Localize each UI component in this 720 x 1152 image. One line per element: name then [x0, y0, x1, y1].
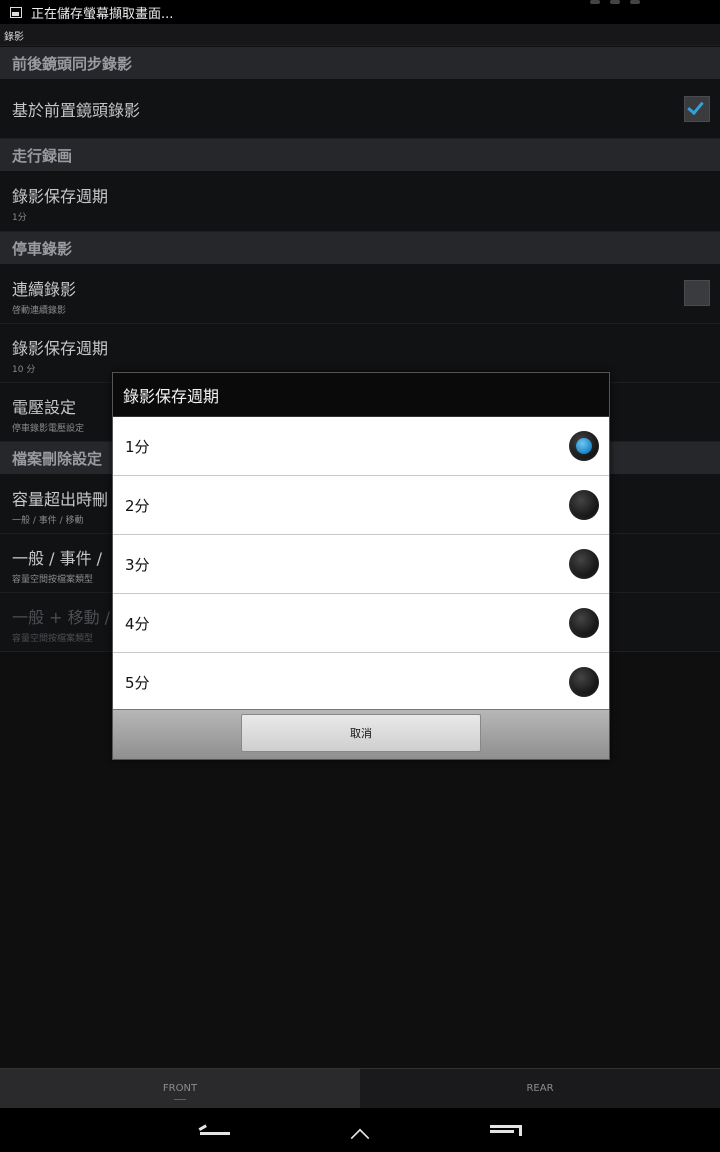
- setting-summary: 1分: [12, 213, 27, 223]
- setting-drive-period[interactable]: 錄影保存週期 1分: [0, 171, 720, 232]
- dialog-title: 錄影保存週期: [113, 373, 609, 417]
- tab-rear[interactable]: REAR: [360, 1069, 720, 1108]
- option-4min[interactable]: 4分: [113, 594, 609, 653]
- back-button[interactable]: [185, 1108, 245, 1152]
- tab-front[interactable]: FRONT: [0, 1069, 360, 1108]
- status-bar: 正在儲存螢幕擷取畫面...: [0, 0, 720, 24]
- screenshot-icon: [10, 6, 22, 18]
- status-icons: [590, 0, 640, 8]
- option-2min[interactable]: 2分: [113, 476, 609, 535]
- check-icon: [687, 97, 704, 116]
- cancel-button[interactable]: 取消: [241, 714, 481, 752]
- setting-front-based-recording[interactable]: 基於前置鏡頭錄影: [0, 79, 720, 139]
- radio-button[interactable]: [569, 549, 599, 579]
- dialog-footer: 取消: [113, 709, 609, 759]
- setting-continuous-recording[interactable]: 連續錄影 啓動連續錄影: [0, 264, 720, 324]
- camera-tabs: FRONT REAR: [0, 1068, 720, 1108]
- setting-title: 基於前置鏡頭錄影: [12, 100, 141, 120]
- option-label: 2分: [125, 496, 150, 515]
- continuous-checkbox[interactable]: [684, 280, 710, 306]
- radio-button[interactable]: [569, 608, 599, 638]
- radio-button-selected[interactable]: [569, 431, 599, 461]
- option-label: 4分: [125, 614, 150, 633]
- section-header-drive: 走行録画: [0, 139, 720, 171]
- tab-indicator: [174, 1099, 186, 1100]
- radio-button[interactable]: [569, 667, 599, 697]
- option-1min[interactable]: 1分: [113, 417, 609, 476]
- section-header-parking: 停車錄影: [0, 232, 720, 264]
- app-title: 錄影: [4, 32, 24, 43]
- option-label: 1分: [125, 437, 150, 456]
- tab-rear-label: REAR: [526, 1083, 554, 1094]
- home-icon: [350, 1128, 370, 1148]
- app-bar: 錄影: [0, 24, 720, 46]
- radio-button[interactable]: [569, 490, 599, 520]
- section-header-sync: 前後鏡頭同步錄影: [0, 47, 720, 79]
- option-label: 3分: [125, 555, 150, 574]
- setting-title: 錄影保存週期: [12, 187, 109, 206]
- period-dialog: 錄影保存週期 1分 2分 3分 4分 5分 取消: [112, 372, 610, 760]
- setting-summary: 啓動連續錄影: [12, 306, 67, 316]
- setting-title: 連續錄影: [12, 280, 77, 299]
- status-text: 正在儲存螢幕擷取畫面...: [31, 6, 174, 22]
- recent-apps-button[interactable]: [480, 1108, 540, 1152]
- back-icon: [200, 1132, 230, 1135]
- home-button[interactable]: [330, 1108, 390, 1152]
- option-3min[interactable]: 3分: [113, 535, 609, 594]
- recent-apps-icon: [490, 1125, 522, 1136]
- navigation-bar: [0, 1108, 720, 1152]
- option-5min[interactable]: 5分: [113, 653, 609, 712]
- tab-front-label: FRONT: [162, 1083, 198, 1094]
- front-based-checkbox[interactable]: [684, 96, 710, 122]
- option-label: 5分: [125, 674, 150, 692]
- setting-title: 錄影保存週期: [12, 339, 109, 358]
